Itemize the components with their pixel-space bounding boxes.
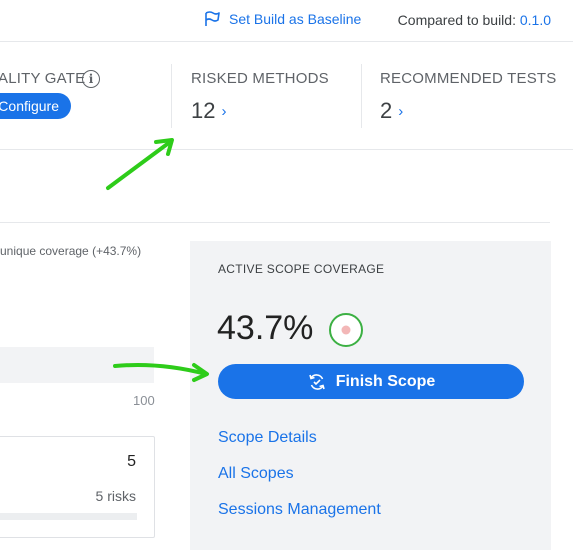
compared-to-build: Compared to build: 0.1.0 <box>398 12 551 28</box>
compared-label: Compared to build: <box>397 12 516 28</box>
top-bar: Set Build as Baseline Compared to build:… <box>0 0 573 42</box>
status-ring-icon <box>329 313 363 347</box>
section-divider <box>0 222 550 223</box>
risked-methods-count: 12 <box>191 98 216 123</box>
chevron-right-icon: › <box>221 102 227 120</box>
risk-label: 5 risks <box>95 488 136 504</box>
refresh-icon <box>308 373 325 390</box>
active-scope-panel: ACTIVE SCOPE COVERAGE 43.7% Finish Scope… <box>190 241 551 550</box>
risked-methods-value[interactable]: 12 › <box>191 98 226 124</box>
risk-card[interactable]: 5 5 risks <box>0 436 155 538</box>
recommended-tests-value[interactable]: 2 › <box>380 98 403 124</box>
set-baseline-label: Set Build as Baseline <box>229 11 362 27</box>
recommended-tests-count: 2 <box>380 98 393 123</box>
risked-methods-title: RISKED METHODS <box>191 70 329 87</box>
coverage-bar-max: 100 <box>133 393 155 408</box>
configure-label: Configure <box>0 98 59 114</box>
finish-scope-label: Finish Scope <box>335 372 436 390</box>
risk-count: 5 <box>127 453 136 470</box>
sessions-management-link[interactable]: Sessions Management <box>218 501 381 519</box>
all-scopes-link[interactable]: All Scopes <box>218 465 294 483</box>
finish-scope-button[interactable]: Finish Scope <box>218 364 524 399</box>
quality-gate-title: ALITY GATE <box>0 70 86 87</box>
set-baseline-link[interactable]: Set Build as Baseline <box>203 10 361 28</box>
metrics-row: ALITY GATE Configure i RISKED METHODS 12… <box>0 42 573 150</box>
metric-divider <box>361 64 362 128</box>
scope-details-link[interactable]: Scope Details <box>218 429 317 447</box>
flag-icon <box>205 11 220 26</box>
chevron-right-icon: › <box>398 102 404 120</box>
compared-build-link[interactable]: 0.1.0 <box>520 12 551 28</box>
scope-percentage: 43.7% <box>217 309 314 347</box>
recommended-tests-title: RECOMMENDED TESTS <box>380 70 557 87</box>
risk-bar <box>0 513 137 520</box>
metric-divider <box>171 64 172 128</box>
coverage-bar <box>0 347 154 383</box>
scope-title: ACTIVE SCOPE COVERAGE <box>218 262 385 276</box>
configure-button[interactable]: Configure <box>0 93 71 119</box>
info-icon[interactable]: i <box>82 70 100 88</box>
unique-coverage-label: unique coverage (+43.7%) <box>0 244 142 258</box>
